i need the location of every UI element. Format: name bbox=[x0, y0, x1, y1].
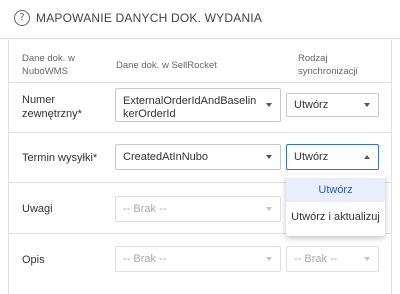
chevron-down-icon bbox=[266, 155, 272, 159]
chevron-down-icon bbox=[364, 257, 370, 261]
row-label-opis: Opis bbox=[22, 254, 45, 266]
table-border-left bbox=[8, 40, 9, 294]
table-border-right bbox=[391, 40, 392, 294]
column-header-nubo: Dane dok. w NuboWMS bbox=[22, 53, 75, 77]
chevron-down-icon bbox=[364, 103, 370, 107]
source-select-numer[interactable]: ExternalOrderIdAndBaselin kerOrderId bbox=[115, 88, 281, 122]
chevron-up-icon bbox=[364, 155, 370, 159]
row-label-termin: Termin wysyłki* bbox=[22, 152, 98, 164]
chevron-down-icon bbox=[266, 103, 272, 107]
source-select-termin[interactable]: CreatedAtInNubo bbox=[115, 144, 281, 170]
row-label-uwagi: Uwagi bbox=[22, 203, 53, 215]
column-header-sellrocket: Dane dok. w SellRocket bbox=[116, 60, 217, 71]
dropdown-option-utworz-i-aktualizuj[interactable]: Utwórz i aktualizuj bbox=[286, 205, 385, 229]
chevron-down-icon bbox=[266, 207, 272, 211]
source-select-opis[interactable]: -- Brak -- bbox=[115, 246, 281, 272]
column-header-sync: Rodzaj synchronizacji bbox=[298, 53, 358, 77]
panel-header: ? MAPOWANIE DANYCH DOK. WYDANIA bbox=[0, 0, 400, 39]
dropdown-option-utworz[interactable]: Utwórz bbox=[286, 178, 385, 202]
panel-title: MAPOWANIE DANYCH DOK. WYDANIA bbox=[36, 11, 263, 25]
row-label-numer: Numer zewnętrzny* bbox=[22, 94, 82, 120]
chevron-down-icon bbox=[266, 257, 272, 261]
sync-select-opis[interactable]: -- Brak -- bbox=[286, 246, 379, 272]
sync-select-termin[interactable]: Utwórz bbox=[286, 144, 379, 170]
sync-select-numer[interactable]: Utwórz bbox=[286, 93, 379, 117]
row-divider bbox=[8, 132, 392, 133]
source-select-uwagi[interactable]: -- Brak -- bbox=[115, 196, 281, 222]
help-icon[interactable]: ? bbox=[14, 10, 30, 26]
row-divider bbox=[8, 82, 392, 83]
sync-dropdown-menu: Utwórz Utwórz i aktualizuj bbox=[286, 175, 385, 236]
